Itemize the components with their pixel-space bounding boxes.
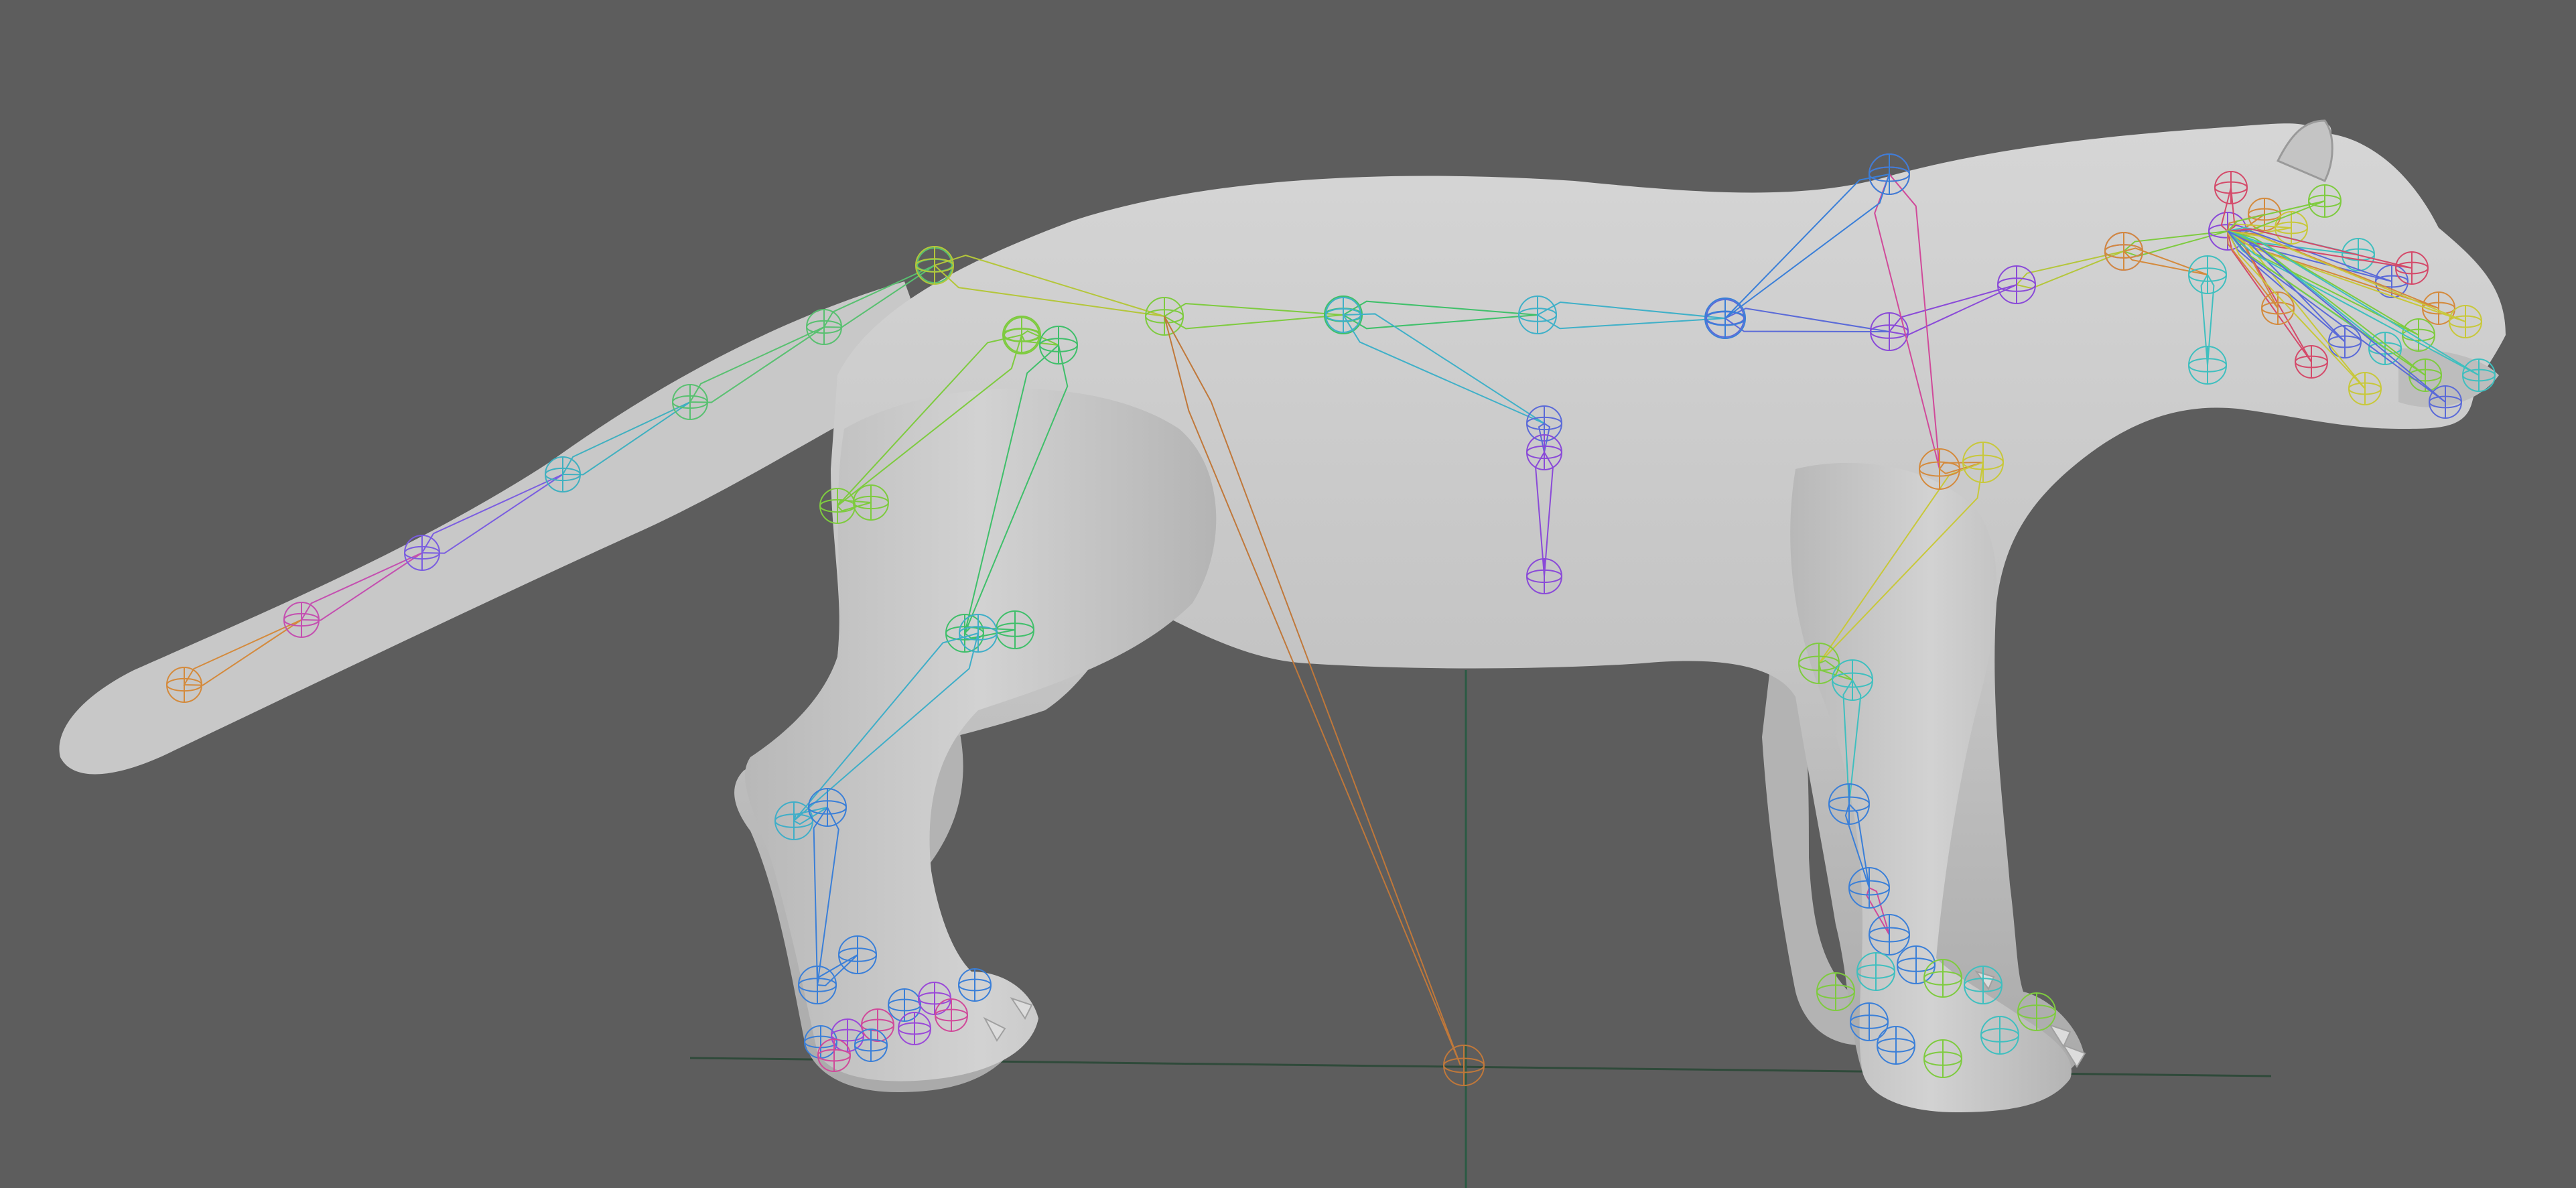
pole-vector-control[interactable] xyxy=(1443,1045,1485,1086)
viewport-scene xyxy=(59,119,2506,1188)
spine-joint[interactable] xyxy=(915,246,954,285)
3d-viewport[interactable] xyxy=(0,0,2576,1188)
panther-mesh[interactable] xyxy=(59,119,2506,1112)
near-hind-leg xyxy=(744,389,1217,1081)
